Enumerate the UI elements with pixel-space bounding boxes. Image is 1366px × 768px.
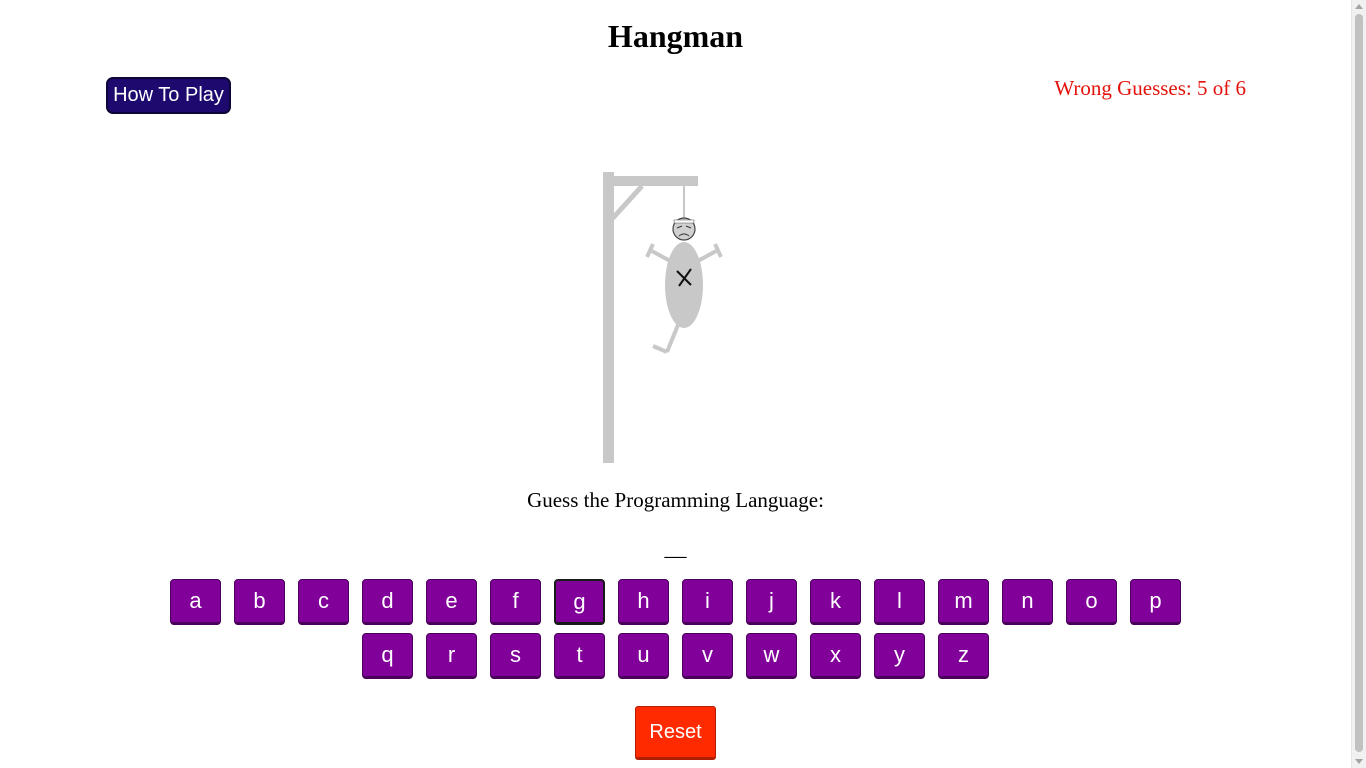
letter-key-n[interactable]: n (1002, 579, 1053, 625)
letter-key-q[interactable]: q (362, 633, 413, 679)
figure-left-foot (652, 344, 668, 354)
letter-key-v[interactable]: v (682, 633, 733, 679)
letter-key-e[interactable]: e (426, 579, 477, 625)
page-title: Hangman (607, 18, 744, 54)
letter-key-u[interactable]: u (618, 633, 669, 679)
figure-left-arm (649, 248, 673, 264)
letter-key-w[interactable]: w (746, 633, 797, 679)
letter-key-z[interactable]: z (938, 633, 989, 679)
letter-key-r[interactable]: r (426, 633, 477, 679)
letter-key-c[interactable]: c (298, 579, 349, 625)
gallows-brace (610, 184, 644, 221)
hangman-drawing (603, 172, 723, 463)
vertical-scrollbar[interactable] (1351, 0, 1366, 768)
hangman-page: Hangman How To Play Wrong Guesses: 5 of … (0, 0, 1351, 768)
figure-headband (673, 219, 695, 224)
scroll-up-arrow-icon[interactable] (1355, 4, 1363, 9)
keyboard-row-1: abcdefghijklmnop (0, 579, 1351, 625)
letter-key-b[interactable]: b (234, 579, 285, 625)
letter-key-t[interactable]: t (554, 633, 605, 679)
letter-key-d[interactable]: d (362, 579, 413, 625)
scroll-down-arrow-icon[interactable] (1355, 759, 1363, 764)
letter-key-m[interactable]: m (938, 579, 989, 625)
letter-key-g[interactable]: g (554, 579, 605, 625)
letter-key-o[interactable]: o (1066, 579, 1117, 625)
reset-button[interactable]: Reset (635, 706, 716, 760)
hanged-figure (645, 217, 723, 354)
letter-key-k[interactable]: k (810, 579, 861, 625)
letter-key-j[interactable]: j (746, 579, 797, 625)
letter-key-s[interactable]: s (490, 633, 541, 679)
letter-key-y[interactable]: y (874, 633, 925, 679)
keyboard-row-2: qrstuvwxyz (0, 633, 1351, 679)
letter-key-i[interactable]: i (682, 579, 733, 625)
scrollbar-thumb[interactable] (1355, 14, 1363, 752)
letter-key-x[interactable]: x (810, 633, 861, 679)
word-blanks: __ (664, 535, 687, 560)
letter-key-l[interactable]: l (874, 579, 925, 625)
category-prompt: Guess the Programming Language: (527, 488, 824, 512)
figure-left-hand (645, 243, 655, 258)
figure-body (665, 242, 703, 328)
wrong-guesses-counter: Wrong Guesses: 5 of 6 (1054, 76, 1246, 100)
letter-key-f[interactable]: f (490, 579, 541, 625)
figure-left-leg (665, 324, 680, 353)
letter-key-p[interactable]: p (1130, 579, 1181, 625)
figure-right-arm (695, 248, 719, 264)
how-to-play-button[interactable]: How To Play (106, 77, 231, 114)
gallows-beam (603, 176, 698, 186)
letter-key-h[interactable]: h (618, 579, 669, 625)
figure-right-hand (713, 243, 723, 258)
letter-key-a[interactable]: a (170, 579, 221, 625)
